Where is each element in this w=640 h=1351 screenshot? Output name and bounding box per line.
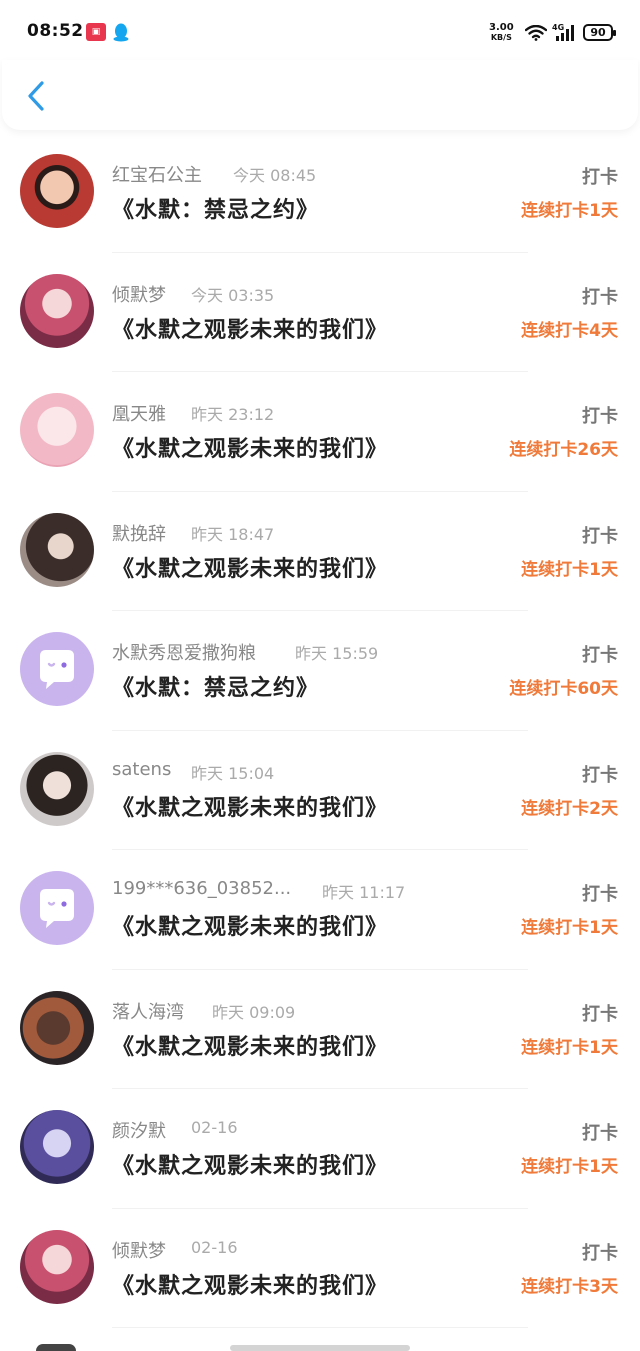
checkin-time: 02-16 (191, 1237, 238, 1257)
svg-text:4G: 4G (552, 23, 564, 32)
list-item[interactable]: 落人海湾 昨天 09:09 《水默之观影未来的我们》 打卡连续打卡1天 (0, 970, 640, 1089)
list-item[interactable]: 颜汐默 02-16 《水默之观影未来的我们》 打卡连续打卡1天 (0, 1089, 640, 1209)
checkin-time: 昨天 11:17 (322, 883, 406, 902)
avatar[interactable] (20, 512, 94, 587)
checkin-label: 打卡 (582, 884, 618, 905)
book-title[interactable]: 《水默之观影未来的我们》 (112, 431, 388, 463)
back-button[interactable] (22, 76, 52, 116)
streak-badge: 连续打卡1天 (521, 918, 618, 938)
network-speed: 3.00 KB/S (489, 23, 514, 43)
status-bar: 08:52 ▣ 3.00 KB/S 4G 90 (0, 0, 640, 62)
list-item[interactable]: 倾默梦 02-16 《水默之观影未来的我们》 打卡连续打卡3天 (0, 1209, 640, 1328)
avatar[interactable] (20, 632, 94, 706)
chat-bubble-icon (40, 650, 74, 689)
list-item[interactable]: 凰天雅 昨天 23:12 《水默之观影未来的我们》 打卡连续打卡26天 (0, 372, 640, 492)
user-name[interactable]: 水默秀恩爱撒狗粮 (112, 639, 256, 665)
checkin-time: 02-16 (191, 1118, 238, 1137)
streak-badge: 连续打卡3天 (521, 1276, 618, 1297)
streak-badge: 连续打卡26天 (509, 440, 618, 460)
header (2, 60, 638, 130)
user-name[interactable]: 199***636_03852... (112, 878, 291, 899)
checkin-label: 打卡 (582, 1123, 618, 1144)
streak-badge: 连续打卡4天 (521, 320, 618, 341)
battery-indicator: 90 (583, 24, 616, 41)
checkin-label: 打卡 (582, 764, 618, 786)
streak-badge: 连续打卡2天 (521, 798, 618, 819)
avatar[interactable] (20, 154, 94, 228)
user-name[interactable]: satens (112, 759, 171, 780)
book-title[interactable]: 《水默之观影未来的我们》 (112, 1148, 388, 1180)
checkin-time: 昨天 23:12 (191, 405, 275, 424)
checkin-label: 打卡 (582, 406, 618, 427)
avatar[interactable] (20, 273, 94, 348)
user-name[interactable]: 凰天雅 (112, 400, 166, 426)
checkin-time: 昨天 15:59 (295, 644, 379, 663)
list-item[interactable]: 默挽辞 昨天 18:47 《水默之观影未来的我们》 打卡连续打卡1天 (0, 492, 640, 611)
network-speed-unit: KB/S (490, 33, 512, 42)
avatar[interactable] (20, 1110, 94, 1184)
chat-bubble-icon (40, 889, 74, 928)
avatar[interactable] (20, 393, 94, 467)
avatar[interactable] (20, 990, 94, 1065)
checkin-time: 今天 03:35 (191, 285, 275, 305)
avatar[interactable] (20, 871, 94, 945)
row-divider (112, 1327, 528, 1328)
book-title[interactable]: 《水默之观影未来的我们》 (112, 551, 388, 583)
home-indicator[interactable] (230, 1345, 410, 1351)
user-name[interactable]: 落人海湾 (112, 998, 184, 1024)
partial-avatar (36, 1344, 76, 1351)
list-item[interactable]: satens 昨天 15:04 《水默之观影未来的我们》 打卡连续打卡2天 (0, 731, 640, 850)
streak-badge: 连续打卡1天 (521, 1157, 618, 1177)
book-title[interactable]: 《水默：禁忌之约》 (112, 670, 319, 702)
user-name[interactable]: 默挽辞 (112, 520, 166, 546)
streak-badge: 连续打卡1天 (521, 1037, 618, 1058)
qq-icon (113, 23, 129, 42)
cellular-signal-icon: 4G (552, 23, 574, 41)
checkin-label: 打卡 (582, 1242, 618, 1264)
book-title[interactable]: 《水默之观影未来的我们》 (112, 1268, 388, 1300)
avatar[interactable] (20, 1229, 94, 1304)
user-name[interactable]: 红宝石公主 (112, 161, 202, 187)
list-item[interactable]: 倾默梦 今天 03:35 《水默之观影未来的我们》 打卡连续打卡4天 (0, 253, 640, 372)
checkin-time: 今天 08:45 (233, 166, 317, 185)
book-title[interactable]: 《水默之观影未来的我们》 (112, 909, 388, 941)
checkin-time: 昨天 15:04 (191, 763, 275, 783)
network-speed-value: 3.00 (489, 22, 514, 33)
checkin-label: 打卡 (582, 1003, 618, 1025)
checkin-time: 昨天 09:09 (212, 1002, 296, 1022)
status-time: 08:52 (27, 21, 84, 41)
list-item[interactable]: 水默秀恩爱撒狗粮 昨天 15:59 《水默：禁忌之约》 打卡连续打卡60天 (0, 611, 640, 731)
checkin-label: 打卡 (582, 525, 618, 547)
checkin-list: 红宝石公主 今天 08:45 《水默：禁忌之约》 打卡 连续打卡1天 倾默梦 今天 03:3… (0, 133, 640, 1328)
streak-badge: 连续打卡60天 (509, 679, 618, 699)
list-item[interactable]: 红宝石公主 今天 08:45 《水默：禁忌之约》 打卡连续打卡1天 (0, 133, 640, 253)
book-title[interactable]: 《水默之观影未来的我们》 (112, 312, 388, 344)
streak-badge: 连续打卡1天 (521, 201, 618, 221)
user-name[interactable]: 倾默梦 (112, 1237, 166, 1263)
checkin-time: 昨天 18:47 (191, 524, 275, 544)
checkin-label: 打卡 (582, 167, 618, 188)
book-title[interactable]: 《水默之观影未来的我们》 (112, 1029, 388, 1061)
user-name[interactable]: 倾默梦 (112, 281, 166, 307)
book-title[interactable]: 《水默：禁忌之约》 (112, 192, 319, 224)
checkin-label: 打卡 (582, 286, 618, 308)
book-title[interactable]: 《水默之观影未来的我们》 (112, 790, 388, 822)
streak-badge: 连续打卡1天 (521, 559, 618, 580)
app-notification-icon: ▣ (86, 23, 106, 41)
checkin-label: 打卡 (582, 645, 618, 666)
user-name[interactable]: 颜汐默 (112, 1117, 166, 1143)
list-item[interactable]: 199***636_03852... 昨天 11:17 《水默之观影未来的我们》 打卡… (0, 850, 640, 970)
wifi-icon (525, 25, 547, 41)
avatar[interactable] (20, 751, 94, 826)
